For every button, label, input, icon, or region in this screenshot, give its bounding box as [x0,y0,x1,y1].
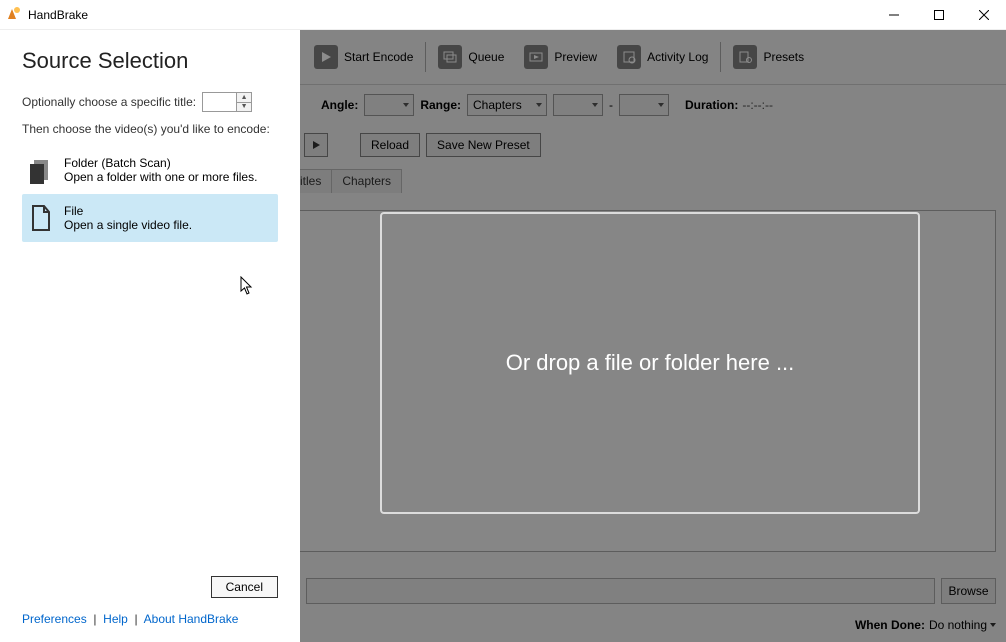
range-label: Range: [420,98,461,112]
play-thumbnail-button[interactable] [304,133,328,157]
footer-links: Preferences | Help | About HandBrake [22,612,278,626]
preferences-link[interactable]: Preferences [22,612,87,626]
cancel-button[interactable]: Cancel [211,576,278,598]
activity-log-button[interactable]: Activity Log [607,37,718,77]
queue-icon [438,45,462,69]
title-bar-left: HandBrake [6,5,88,24]
folder-icon [30,156,52,184]
help-link[interactable]: Help [103,612,128,626]
source-option-file[interactable]: File Open a single video file. [22,194,278,242]
preview-button[interactable]: Preview [514,37,607,77]
minimize-button[interactable] [871,0,916,30]
source-selection-panel: Source Selection Optionally choose a spe… [0,30,300,642]
when-done-label: When Done: [855,618,925,632]
source-optional-label: Optionally choose a specific title: [22,95,196,109]
spinner-up-icon[interactable]: ▲ [237,93,251,103]
source-then-label: Then choose the video(s) you'd like to e… [22,122,270,136]
about-link[interactable]: About HandBrake [144,612,239,626]
title-number-spinner[interactable]: ▲ ▼ [202,92,252,112]
drop-zone-text: Or drop a file or folder here ... [506,350,795,376]
source-file-title: File [64,204,192,218]
close-button[interactable] [961,0,1006,30]
reload-button[interactable]: Reload [360,133,420,157]
tab-chapters[interactable]: Chapters [331,169,402,193]
source-option-folder[interactable]: Folder (Batch Scan) Open a folder with o… [22,146,278,194]
window-title: HandBrake [28,8,88,22]
source-file-sub: Open a single video file. [64,218,192,232]
duration-label: Duration:--:--:-- [685,98,773,112]
file-icon [30,204,52,232]
start-encode-icon [314,45,338,69]
preview-icon [524,45,548,69]
title-bar: HandBrake [0,0,1006,30]
range-type-dropdown[interactable]: Chapters [467,94,547,116]
presets-button[interactable]: Presets [723,37,814,77]
source-folder-sub: Open a folder with one or more files. [64,170,257,184]
source-title: Source Selection [22,48,278,74]
angle-label: Angle: [321,98,358,112]
drop-zone[interactable]: Or drop a file or folder here ... [380,212,920,514]
save-new-preset-button[interactable]: Save New Preset [426,133,541,157]
when-done-dropdown[interactable]: Do nothing [929,618,996,632]
source-folder-title: Folder (Batch Scan) [64,156,257,170]
range-end-dropdown[interactable] [619,94,669,116]
activity-log-icon [617,45,641,69]
browse-button[interactable]: Browse [941,578,996,604]
maximize-button[interactable] [916,0,961,30]
output-path-field[interactable] [306,578,935,604]
start-encode-button[interactable]: Start Encode [304,37,423,77]
presets-icon [733,45,757,69]
angle-dropdown[interactable] [364,94,414,116]
app-icon [6,5,22,24]
spinner-down-icon[interactable]: ▼ [237,103,251,112]
range-dash: - [609,98,613,112]
range-start-dropdown[interactable] [553,94,603,116]
queue-button[interactable]: Queue [428,37,514,77]
window-controls [871,0,1006,30]
